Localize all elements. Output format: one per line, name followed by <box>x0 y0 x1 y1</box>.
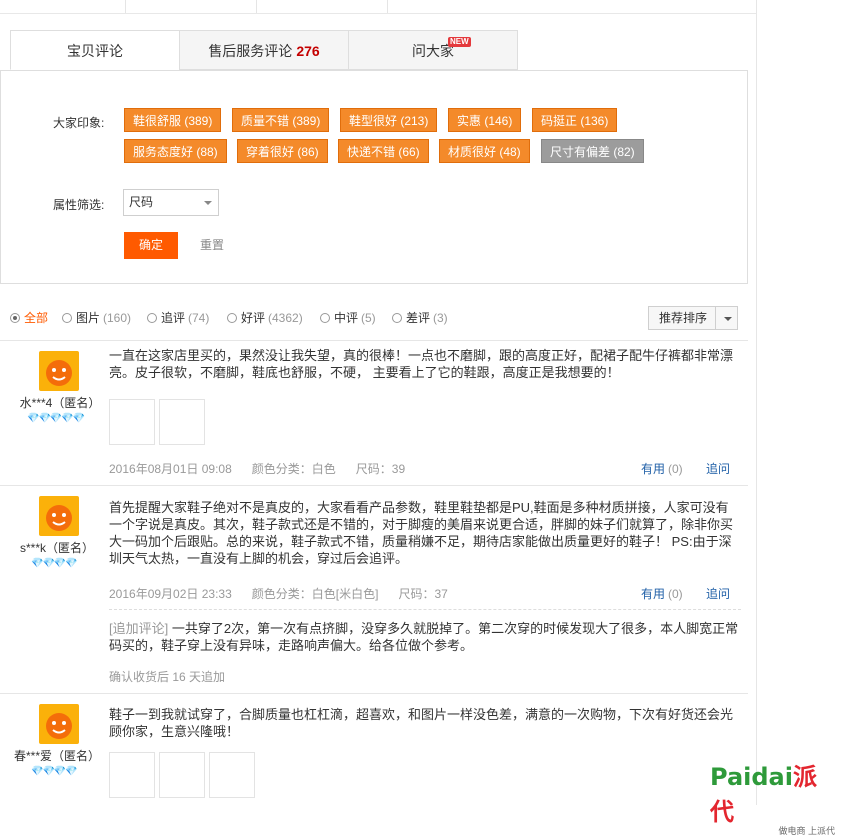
impressions-label: 大家印象: <box>53 116 105 130</box>
impression-tag[interactable]: 质量不错 (389) <box>232 108 330 132</box>
review-meta: 2016年08月01日 09:08 颜色分类：白色 尺码：39 <box>109 460 425 477</box>
select-value: 尺码 <box>129 195 154 209</box>
username: 春***爱（匿名） <box>13 749 100 763</box>
attr-filter-label: 属性筛选: <box>53 198 105 212</box>
rating-filter-bar: 全部 图片 (160) 追评 (74) 好评 (4362) 中评 (5) 差评 (3) <box>0 294 748 341</box>
paidai-watermark-logo: Paidai派代 做电商 上派代 <box>710 763 835 836</box>
review-item: 春***爱（匿名） 💎💎💎💎 鞋子一到我就试穿了，合脚质量也杠杠滴，超喜欢，和图… <box>0 694 748 805</box>
review-image[interactable] <box>159 752 205 798</box>
radio-positive[interactable]: 好评 (4362) <box>227 310 303 326</box>
review-date: 2016年09月02日 23:33 <box>109 587 232 601</box>
review-image[interactable] <box>109 752 155 798</box>
review-color: 颜色分类：白色 <box>251 462 336 476</box>
divider <box>109 609 741 610</box>
review-color: 颜色分类：白色[米白色] <box>251 587 379 601</box>
review-image[interactable] <box>209 752 255 798</box>
rating-hearts-icon: 💎💎💎💎 <box>31 766 78 777</box>
username: 水***4（匿名） <box>19 396 101 410</box>
radio-followup[interactable]: 追评 (74) <box>147 310 209 326</box>
followup-tag: [追加评论] <box>109 621 169 636</box>
useful-button[interactable]: 有用 (0) <box>641 585 683 602</box>
top-tab-strip <box>0 0 756 14</box>
chevron-down-icon <box>204 201 212 205</box>
useful-button[interactable]: 有用 (0) <box>641 460 683 477</box>
confirm-button[interactable]: 确定 <box>124 232 178 259</box>
radio-dot-icon <box>62 313 72 323</box>
sort-dropdown[interactable]: 推荐排序 <box>648 306 738 330</box>
radio-neutral[interactable]: 中评 (5) <box>320 310 376 326</box>
username: s***k（匿名） <box>19 541 94 555</box>
review-size: 尺码：37 <box>398 587 448 601</box>
followup-meta: 确认收货后 16 天追加 <box>109 670 226 684</box>
radio-images[interactable]: 图片 (160) <box>62 310 131 326</box>
tab-label: 售后服务评论 <box>208 43 293 59</box>
radio-dot-icon <box>147 313 157 323</box>
impression-tag[interactable]: 材质很好 (48) <box>439 139 530 163</box>
impression-tag[interactable]: 实惠 (146) <box>448 108 522 132</box>
rating-hearts-icon: 💎💎💎💎💎 <box>27 413 85 424</box>
radio-dot-icon <box>227 313 237 323</box>
avatar <box>39 496 79 536</box>
tab-ask-everyone[interactable]: 问大家 NEW <box>348 30 518 70</box>
tab-item-reviews[interactable]: 宝贝评论 <box>10 30 180 70</box>
impression-tag[interactable]: 鞋很舒服 (389) <box>124 108 222 132</box>
radio-negative[interactable]: 差评 (3) <box>392 310 448 326</box>
review-images <box>109 399 209 448</box>
review-image[interactable] <box>109 399 155 445</box>
tab-count: 276 <box>296 43 320 59</box>
radio-dot-icon <box>392 313 402 323</box>
review-image[interactable] <box>159 399 205 445</box>
new-badge: NEW <box>448 37 471 47</box>
filter-panel <box>0 70 748 284</box>
impression-tag-negative[interactable]: 尺寸有偏差 (82) <box>541 139 644 163</box>
impression-tag[interactable]: 服务态度好 (88) <box>124 139 227 163</box>
follow-up-question-link[interactable]: 追问 <box>706 460 730 477</box>
rating-hearts-icon: 💎💎💎💎 <box>31 558 78 569</box>
chevron-down-icon <box>724 317 732 321</box>
review-text: 鞋子一到我就试穿了，合脚质量也杠杠滴，超喜欢，和图片一样没色差，满意的一次购物，… <box>109 707 734 739</box>
review-date: 2016年08月01日 09:08 <box>109 462 232 476</box>
review-text: 一直在这家店里买的，果然没让我失望，真的很棒！一点也不磨脚，跟的高度正好，配裙子… <box>109 348 734 380</box>
size-select[interactable]: 尺码 <box>123 189 219 216</box>
review-item: s***k（匿名） 💎💎💎💎 首先提醒大家鞋子绝对不是真皮的，大家看看产品参数，… <box>0 486 748 694</box>
review-item: 水***4（匿名） 💎💎💎💎💎 一直在这家店里买的，果然没让我失望，真的很棒！一… <box>0 341 748 486</box>
impression-tag[interactable]: 快递不错 (66) <box>338 139 429 163</box>
reset-button[interactable]: 重置 <box>200 232 224 259</box>
radio-dot-icon <box>320 313 330 323</box>
review-images <box>109 752 259 801</box>
radio-all[interactable]: 全部 <box>10 310 51 326</box>
impression-tag[interactable]: 码挺正 (136) <box>532 108 618 132</box>
tab-label: 宝贝评论 <box>67 43 123 59</box>
follow-up-question-link[interactable]: 追问 <box>706 585 730 602</box>
followup-text: [追加评论] 一共穿了2次，第一次有点挤脚，没穿多久就脱掉了。第二次穿的时候发现… <box>109 621 739 653</box>
review-text: 首先提醒大家鞋子绝对不是真皮的，大家看看产品参数，鞋里鞋垫都是PU,鞋面是多种材… <box>109 500 734 566</box>
avatar <box>39 704 79 744</box>
sort-label: 推荐排序 <box>659 311 708 325</box>
impression-tag[interactable]: 穿着很好 (86) <box>237 139 328 163</box>
avatar <box>39 351 79 391</box>
review-size: 尺码：39 <box>355 462 406 476</box>
tab-after-sales-reviews[interactable]: 售后服务评论 276 <box>179 30 349 70</box>
right-sidebar <box>756 0 841 805</box>
radio-dot-icon <box>10 313 20 323</box>
review-meta: 2016年09月02日 23:33 颜色分类：白色[米白色] 尺码：37 <box>109 585 468 602</box>
impression-tag[interactable]: 鞋型很好 (213) <box>340 108 438 132</box>
